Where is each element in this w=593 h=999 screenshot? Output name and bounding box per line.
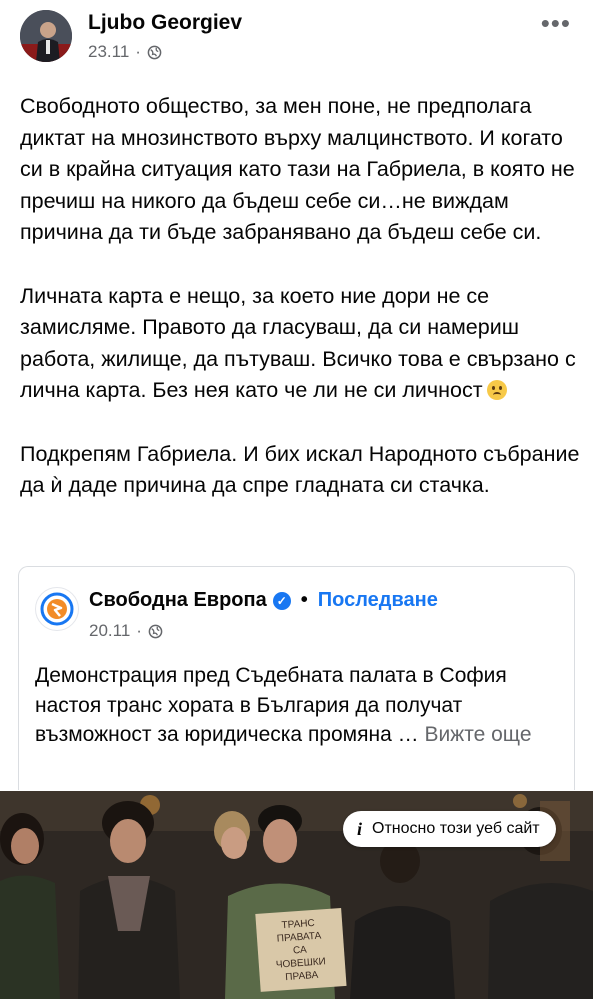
shared-post-text: Демонстрация пред Съдебната палата в Соф… bbox=[35, 661, 560, 750]
post-meta: 23.11 · bbox=[88, 42, 162, 62]
post-paragraph-3: Подкрепям Габриела. И бих искал Народнот… bbox=[20, 441, 580, 498]
shared-page-header: Свободна Европа ✓ • Последване bbox=[89, 589, 438, 612]
shared-date[interactable]: 20.11 bbox=[89, 621, 130, 641]
follow-button[interactable]: Последване bbox=[318, 589, 438, 612]
more-dots-icon[interactable]: ••• bbox=[541, 8, 571, 39]
rfe-logo-icon[interactable] bbox=[35, 587, 79, 631]
post-body: Свободното общество, за мен поне, не пре… bbox=[20, 91, 580, 534]
shared-meta: 20.11 · bbox=[89, 621, 163, 641]
name-separator: • bbox=[300, 589, 308, 611]
meta-dot: · bbox=[135, 42, 141, 61]
post-date[interactable]: 23.11 bbox=[88, 42, 129, 62]
post-paragraph-1: Свободното общество, за мен поне, не пре… bbox=[20, 94, 575, 244]
globe-icon bbox=[147, 45, 162, 59]
shared-meta-dot: · bbox=[136, 621, 142, 640]
sign-line-3: СА bbox=[293, 945, 308, 957]
globe-icon bbox=[148, 624, 163, 638]
info-icon: i bbox=[357, 818, 363, 839]
about-website-label: Относно този уеб сайт bbox=[372, 820, 540, 837]
sign-line-5: ПРАВА bbox=[285, 970, 319, 983]
see-more-link[interactable]: Вижте още bbox=[424, 723, 531, 746]
sad-face-emoji-icon bbox=[486, 380, 507, 400]
verified-badge-icon: ✓ bbox=[272, 591, 291, 610]
author-avatar[interactable] bbox=[20, 10, 72, 62]
shared-post-card[interactable]: Свободна Европа ✓ • Последване 20.11 · Д… bbox=[18, 566, 575, 790]
shared-page-name[interactable]: Свободна Европа bbox=[89, 589, 267, 612]
about-website-button[interactable]: i Относно този уеб сайт bbox=[343, 811, 556, 847]
post-paragraph-2: Личната карта е нещо, за което ние дори … bbox=[20, 281, 580, 407]
avatar-image bbox=[20, 10, 72, 62]
author-name[interactable]: Ljubo Georgiev bbox=[88, 11, 242, 35]
sign-line-1: ТРАНС bbox=[281, 918, 315, 931]
post-header: Ljubo Georgiev 23.11 · ••• bbox=[0, 0, 593, 80]
rfe-logo-graphic bbox=[40, 592, 74, 626]
